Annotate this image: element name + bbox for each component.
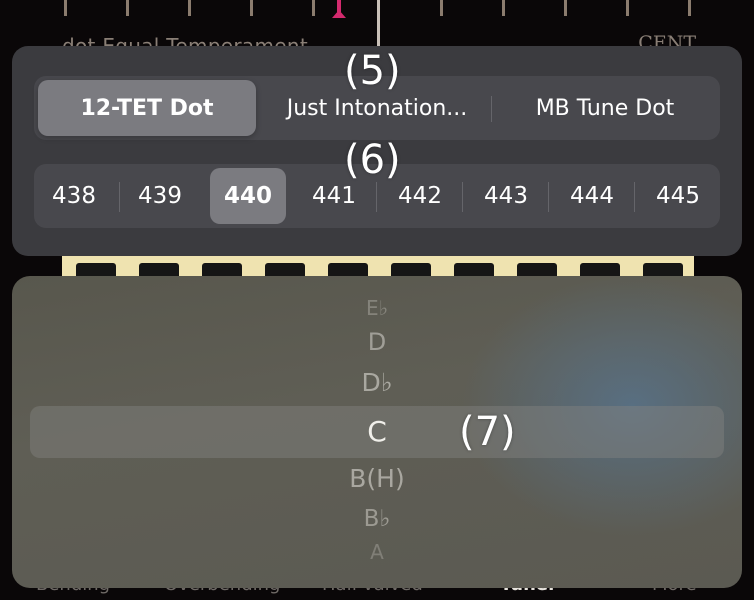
segment-divider bbox=[462, 182, 463, 212]
scale-tick bbox=[312, 0, 315, 16]
note-picker-sheet: E♭ D D♭ C B(H) B♭ A bbox=[12, 276, 742, 588]
pitch-438[interactable]: 438 bbox=[36, 168, 112, 224]
segment-12-tet-dot[interactable]: 12-TET Dot bbox=[38, 80, 256, 136]
scale-tick bbox=[250, 0, 253, 16]
picker-item[interactable]: E♭ bbox=[12, 296, 742, 320]
segment-divider bbox=[376, 182, 377, 212]
scale-tick bbox=[188, 0, 191, 16]
picker-item[interactable]: B♭ bbox=[12, 506, 742, 532]
scale-tick bbox=[502, 0, 505, 16]
pitch-440[interactable]: 440 bbox=[210, 168, 286, 224]
segment-mb-tune-dot[interactable]: MB Tune Dot bbox=[494, 80, 716, 136]
picker-item[interactable]: D bbox=[12, 328, 742, 356]
picker-item-selected[interactable]: C bbox=[12, 415, 742, 448]
scale-tick bbox=[126, 0, 129, 16]
segment-divider bbox=[491, 96, 492, 122]
pitch-439[interactable]: 439 bbox=[122, 168, 198, 224]
picker-item[interactable]: D♭ bbox=[12, 368, 742, 397]
callout-note: (7) bbox=[459, 409, 516, 455]
scale-tick bbox=[626, 0, 629, 16]
center-line bbox=[377, 0, 380, 52]
callout-pitch: (6) bbox=[344, 137, 401, 183]
callout-temperament: (5) bbox=[344, 48, 401, 94]
segment-divider bbox=[119, 182, 120, 212]
segment-divider bbox=[634, 182, 635, 212]
pitch-445[interactable]: 445 bbox=[640, 168, 716, 224]
segment-divider bbox=[548, 182, 549, 212]
scale-tick bbox=[440, 0, 443, 16]
scale-tick bbox=[64, 0, 67, 16]
picker-item[interactable]: A bbox=[12, 540, 742, 564]
scale-tick bbox=[688, 0, 691, 16]
pitch-443[interactable]: 443 bbox=[468, 168, 544, 224]
needle-icon bbox=[332, 0, 346, 18]
picker-item[interactable]: B(H) bbox=[12, 464, 742, 493]
scale-tick bbox=[564, 0, 567, 16]
pitch-444[interactable]: 444 bbox=[554, 168, 630, 224]
